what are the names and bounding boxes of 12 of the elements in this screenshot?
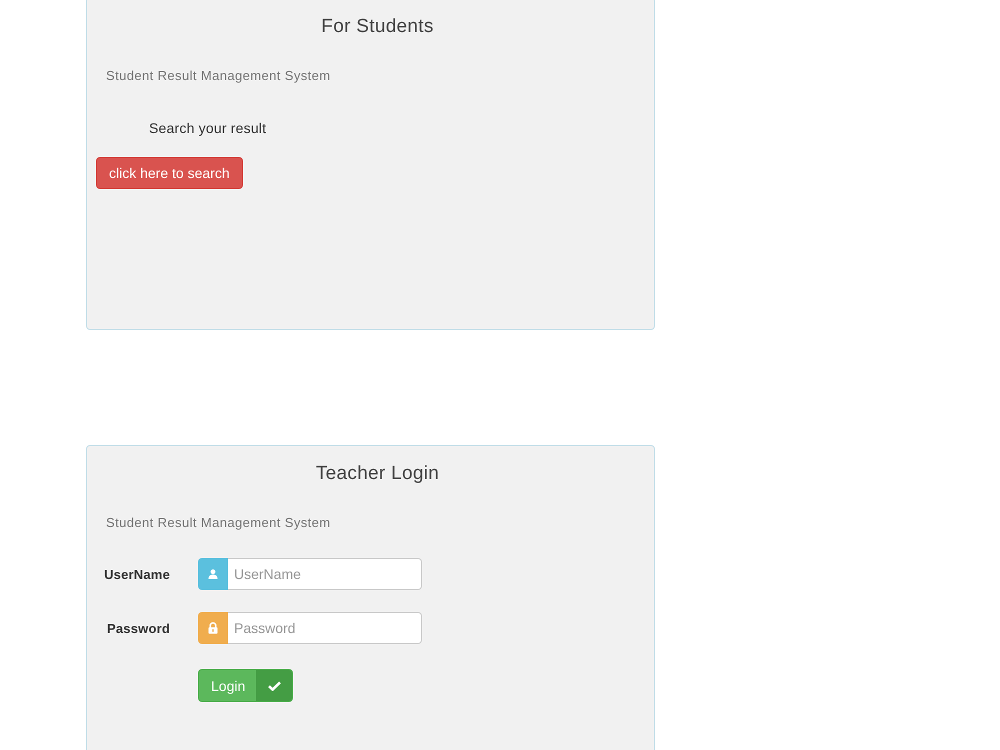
panel-title: Teacher Login <box>316 463 440 485</box>
panel-subtitle: Student Result Management System <box>106 515 331 531</box>
input-field[interactable]: Password <box>228 612 422 644</box>
check-icon <box>256 670 292 701</box>
panel-subtitle: Student Result Management System <box>106 68 331 84</box>
input-field[interactable]: UserName <box>228 558 422 590</box>
search-button[interactable]: click here to search <box>96 157 243 189</box>
field-label: Password <box>106 620 170 636</box>
panel-title: For Students <box>321 16 434 38</box>
login-button[interactable]: Login <box>198 669 293 702</box>
field-label: UserName <box>103 566 170 582</box>
search-prompt: Search your result <box>149 120 266 136</box>
